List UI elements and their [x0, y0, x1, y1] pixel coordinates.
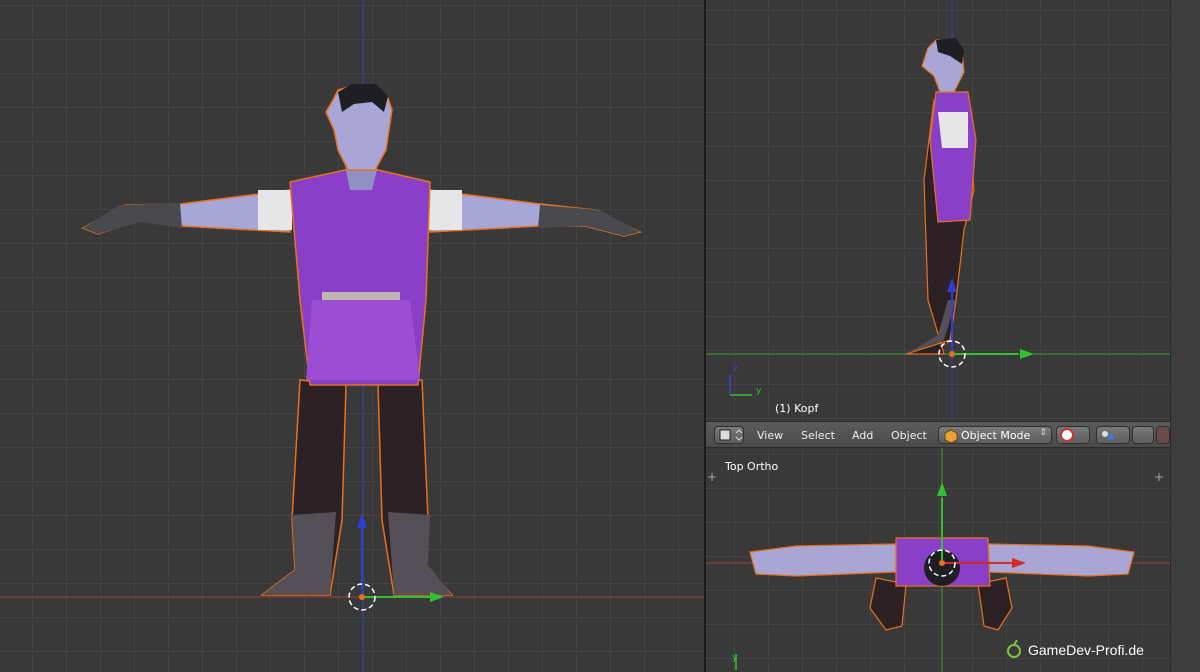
manipulator-toggle[interactable] [1132, 426, 1154, 444]
logo-icon [1007, 640, 1021, 658]
view3d-icon [719, 429, 743, 441]
edit-button[interactable] [1156, 426, 1170, 444]
pivot-icon [1102, 431, 1114, 440]
menu-select[interactable]: Select [801, 429, 835, 442]
menu-add[interactable]: Add [852, 429, 873, 442]
character-side[interactable] [905, 38, 977, 355]
shading-icon [1060, 428, 1074, 442]
menu-object[interactable]: Object [891, 429, 927, 442]
editor-type-button[interactable] [714, 426, 744, 444]
plus-icon[interactable]: + [707, 471, 717, 483]
plus-icon[interactable]: + [1154, 471, 1164, 483]
watermark-text: GameDev-Profi.de [1028, 642, 1144, 658]
view-name-label: Top Ortho [725, 460, 779, 473]
side-viewport[interactable]: z y (1) Kopf [706, 0, 1170, 421]
shading-button[interactable] [1056, 426, 1090, 444]
watermark: GameDev-Profi.de [1007, 640, 1144, 658]
mode-cube-icon [944, 429, 958, 444]
pivot-button[interactable] [1096, 426, 1130, 444]
side-viewport-canvas: z y [706, 0, 1170, 421]
menu-view[interactable]: View [757, 429, 783, 442]
mode-select-label: Object Mode [961, 429, 1031, 442]
side-panel-edge[interactable] [1170, 0, 1200, 672]
top-viewport[interactable]: y Top Ortho + + [706, 448, 1170, 672]
front-viewport[interactable] [0, 0, 704, 672]
top-viewport-canvas: y [706, 448, 1170, 672]
axis-y-label: y [756, 386, 762, 396]
mode-select[interactable]: Object Mode ⇕ [938, 426, 1052, 444]
viewport-header: View Select Add Object Object Mode ⇕ [706, 421, 1170, 448]
object-name-label: (1) Kopf [775, 402, 819, 415]
chevron-updown-icon: ⇕ [1039, 428, 1047, 438]
axis-z-label: z [733, 364, 738, 374]
front-viewport-canvas [0, 0, 704, 672]
axis-y-label-top: y [732, 653, 738, 663]
axis-indicator-side: z y [729, 364, 762, 396]
